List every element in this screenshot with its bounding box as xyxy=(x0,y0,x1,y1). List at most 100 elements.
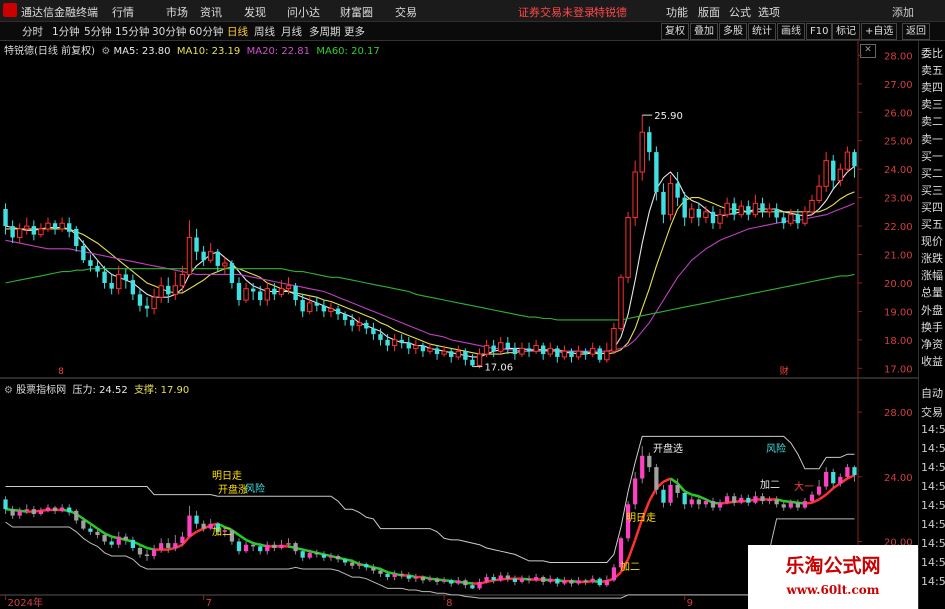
sub-candle-body xyxy=(406,575,411,579)
sub-candle-body xyxy=(732,496,737,503)
sub-candle-body xyxy=(809,494,815,502)
sub-candle-body xyxy=(385,573,390,578)
candle-body-down xyxy=(31,226,37,235)
candle-body-up xyxy=(222,262,228,267)
candle-body-down xyxy=(88,260,93,266)
quote-field-label: 涨幅 xyxy=(921,269,943,283)
sub-candle-body xyxy=(576,580,581,584)
sub-candle-body xyxy=(364,564,369,568)
sub-candle-body xyxy=(17,510,22,516)
candle-body-down xyxy=(194,237,199,252)
sub-candle-body xyxy=(717,502,723,508)
trend-segment xyxy=(245,538,254,545)
candle-body-down xyxy=(229,263,235,283)
sub-candle-body xyxy=(845,467,850,477)
trade-field-label: 交易 xyxy=(921,406,943,419)
sub-candle-body xyxy=(321,554,327,558)
candle-body-up xyxy=(837,168,844,182)
candle-body-up xyxy=(413,345,419,349)
sub-candle-body xyxy=(477,581,482,589)
y-tick-label: 22.00 xyxy=(884,222,913,233)
candle-body-down xyxy=(463,351,468,360)
candle-body-up xyxy=(632,171,638,219)
sub-candle-body xyxy=(831,471,836,484)
candle-body-down xyxy=(314,302,320,306)
sub-candle-body xyxy=(95,531,100,536)
candle-body-down xyxy=(300,300,305,312)
quote-field-label: 卖四 xyxy=(921,81,943,95)
sub-candle-body xyxy=(413,577,418,579)
sub-candle-body xyxy=(236,541,242,552)
signal-label: 开盘选 xyxy=(653,442,683,455)
sub-candle-body xyxy=(583,580,588,582)
candle-body-down xyxy=(102,271,107,283)
trend-segment xyxy=(626,539,637,560)
candle-body-down xyxy=(540,345,546,355)
sub-candle-body xyxy=(498,575,503,581)
candle-body-up xyxy=(498,342,504,352)
candle-body-down xyxy=(420,345,426,352)
candle-body-up xyxy=(703,211,709,219)
candle-body-down xyxy=(661,191,666,215)
sub-candle-body xyxy=(357,564,362,566)
sub-candle-body xyxy=(753,496,758,503)
y-tick-label: 17.00 xyxy=(884,364,913,375)
candle-body-down xyxy=(342,314,348,320)
sub-candle-body xyxy=(682,493,687,505)
sub-candle-body xyxy=(258,546,263,552)
trend-segment xyxy=(387,570,395,576)
candle-body-up xyxy=(625,217,631,278)
sub-candle-body xyxy=(689,499,694,505)
candle-body-down xyxy=(144,305,150,309)
quote-field-label: 卖五 xyxy=(921,64,943,78)
sub-candle-body xyxy=(31,509,36,515)
candle-body-down xyxy=(272,288,277,295)
sub-candle-body xyxy=(420,577,426,581)
candle-body-down xyxy=(512,348,518,355)
candle-body-down xyxy=(526,348,532,352)
candle-body-up xyxy=(724,202,730,216)
candle-body-up xyxy=(823,160,829,187)
candle-body-down xyxy=(250,288,256,292)
y-tick-label: 26.00 xyxy=(884,108,913,119)
sub-candle-body xyxy=(350,562,355,566)
main-chart-ma-lines xyxy=(5,165,855,358)
candle-body-up xyxy=(307,302,313,312)
candle-body-down xyxy=(555,348,560,357)
sub-candle-body xyxy=(541,577,546,582)
candle-body-down xyxy=(449,351,454,357)
sub-candle-body xyxy=(137,547,143,555)
y-tick-label: 21.00 xyxy=(884,251,913,262)
sub-candle-body xyxy=(102,535,107,542)
sub-candle-body xyxy=(279,544,284,548)
trend-segment xyxy=(669,477,679,485)
quote-field-label: 外盘 xyxy=(921,303,943,317)
sub-candle-body xyxy=(378,570,383,574)
candle-body-up xyxy=(441,350,447,355)
candle-body-up xyxy=(667,182,674,216)
sub-candle-body xyxy=(130,539,135,548)
y-tick-label: 18.00 xyxy=(884,336,913,347)
candle-body-down xyxy=(258,291,263,301)
chart-area[interactable]: 28.00 27.00 26.00 25.00 24.00 23.00 22.00 21.00… xyxy=(0,0,945,609)
sub-candle-body xyxy=(342,559,348,563)
candle-body-up xyxy=(788,214,794,224)
candle-body-down xyxy=(710,211,716,224)
candle-body-up xyxy=(151,296,157,310)
sub-candle-body xyxy=(194,515,199,524)
candle-body-down xyxy=(293,285,298,301)
sub-candle-body xyxy=(265,544,270,552)
sub-candle-body xyxy=(739,497,744,503)
main-chart-annotations: 25.90 17.06 财 8 xyxy=(58,111,789,377)
sub-candle-body xyxy=(74,510,79,521)
signal-label: 加二 xyxy=(212,526,232,538)
trend-segment xyxy=(648,487,658,502)
sub-candle-body xyxy=(442,580,447,582)
sub-y-tick-label: 24.00 xyxy=(884,473,913,484)
trend-segment xyxy=(146,546,155,551)
sub-candle-body xyxy=(434,578,440,582)
sub-candle-body xyxy=(10,509,15,516)
candle-body-up xyxy=(356,322,362,327)
high-price-label: 25.90 xyxy=(654,111,683,122)
quote-field-label: 卖一 xyxy=(921,132,943,146)
